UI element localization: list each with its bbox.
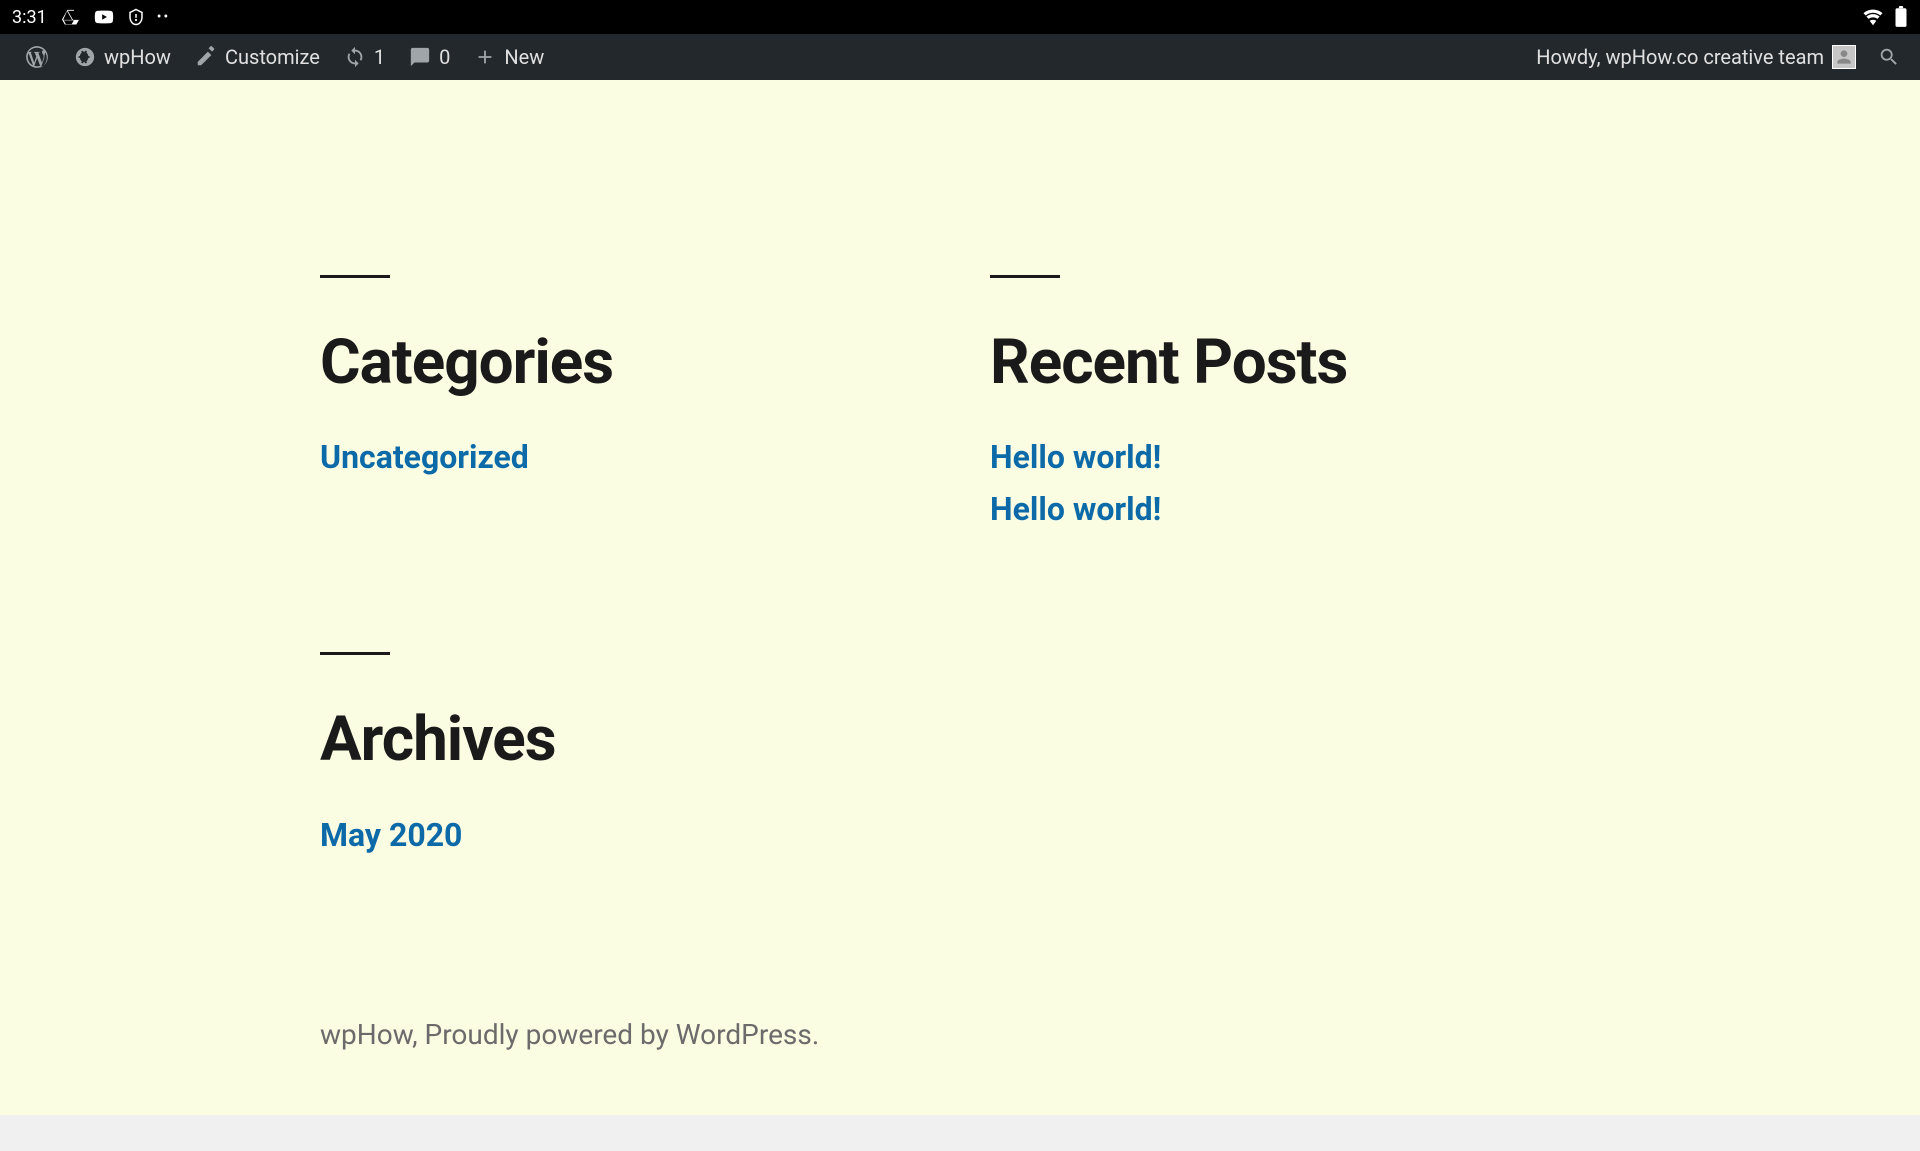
page-content: Categories Uncategorized Recent Posts He…	[0, 80, 1920, 1115]
status-left: 3:31 ••	[12, 6, 170, 28]
android-status-bar: 3:31 ••	[0, 0, 1920, 34]
user-account-menu[interactable]: Howdy, wpHow.co creative team	[1524, 34, 1860, 80]
footer-widgets: Categories Uncategorized Recent Posts He…	[270, 80, 1650, 868]
wordpress-admin-bar: wpHow Customize 1 0 New	[0, 34, 1920, 80]
search-menu[interactable]	[1870, 34, 1908, 80]
more-icon: ••	[157, 9, 170, 25]
youtube-icon	[93, 6, 115, 28]
new-content-menu[interactable]: New	[462, 34, 556, 80]
avatar	[1832, 45, 1856, 69]
admin-bar-right: Howdy, wpHow.co creative team	[1524, 34, 1908, 80]
search-icon	[1878, 46, 1900, 68]
updates-count: 1	[374, 45, 385, 69]
archives-list: May 2020	[320, 816, 930, 854]
post-link[interactable]: Hello world!	[990, 438, 1161, 476]
widget-title-archives: Archives	[320, 652, 930, 777]
empty-widget-slot	[990, 652, 1600, 867]
wordpress-logo-icon	[24, 44, 50, 70]
categories-widget: Categories Uncategorized	[320, 275, 930, 542]
footer-site-link[interactable]: wpHow	[320, 1018, 412, 1051]
list-item: Hello world!	[990, 490, 1600, 528]
customize-label: Customize	[225, 45, 320, 69]
wordpress-logo-menu[interactable]	[12, 34, 62, 80]
comments-menu[interactable]: 0	[397, 34, 462, 80]
greeting-label: Howdy, wpHow.co creative team	[1536, 45, 1824, 69]
footer-separator: ,	[412, 1018, 424, 1051]
archive-link[interactable]: May 2020	[320, 816, 462, 854]
list-item: May 2020	[320, 816, 930, 854]
wifi-icon	[1862, 6, 1884, 28]
list-item: Uncategorized	[320, 438, 930, 476]
status-time: 3:31	[12, 7, 47, 28]
comments-count: 0	[439, 45, 450, 69]
dashboard-icon	[74, 46, 96, 68]
recent-posts-widget: Recent Posts Hello world! Hello world!	[990, 275, 1600, 542]
archives-widget: Archives May 2020	[320, 652, 930, 867]
updates-menu[interactable]: 1	[332, 34, 397, 80]
site-name-menu[interactable]: wpHow	[62, 34, 183, 80]
widget-title-categories: Categories	[320, 275, 930, 400]
updates-icon	[344, 46, 366, 68]
recent-posts-list: Hello world! Hello world!	[990, 438, 1600, 528]
site-name-label: wpHow	[104, 45, 171, 69]
footer-credit-link[interactable]: Proudly powered by WordPress.	[425, 1018, 820, 1051]
drive-icon	[61, 7, 81, 27]
customize-menu[interactable]: Customize	[183, 34, 332, 80]
plus-icon	[474, 46, 496, 68]
site-footer: wpHow, Proudly powered by WordPress.	[270, 868, 1650, 1111]
customize-icon	[195, 46, 217, 68]
bottom-spacer	[0, 1115, 1920, 1151]
admin-bar-left: wpHow Customize 1 0 New	[12, 34, 556, 80]
widget-title-recent-posts: Recent Posts	[990, 275, 1600, 400]
category-link[interactable]: Uncategorized	[320, 438, 529, 476]
post-link[interactable]: Hello world!	[990, 490, 1161, 528]
battery-icon	[1894, 6, 1908, 28]
comments-icon	[409, 46, 431, 68]
list-item: Hello world!	[990, 438, 1600, 476]
shield-icon	[127, 8, 145, 26]
status-right	[1862, 6, 1908, 28]
categories-list: Uncategorized	[320, 438, 930, 476]
new-label: New	[504, 45, 544, 69]
